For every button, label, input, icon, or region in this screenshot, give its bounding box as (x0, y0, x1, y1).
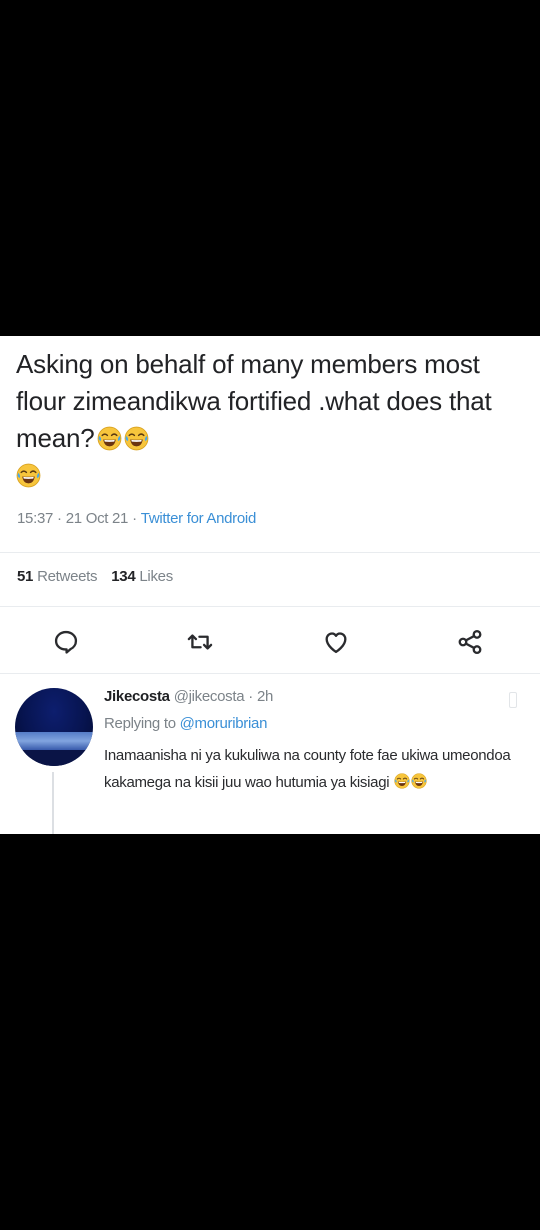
tears-of-joy-emoji-icon (394, 773, 410, 789)
divider (0, 673, 540, 674)
tears-of-joy-emoji-icon (16, 463, 41, 488)
reply-body: Inamaanisha ni ya kukuliwa na county fot… (104, 742, 524, 796)
tweet-time: 15:37 (17, 510, 54, 527)
tweet-meta: 15:37 · 21 Oct 21 · Twitter for Android (17, 510, 256, 527)
divider (0, 606, 540, 607)
speech-bubble-icon[interactable] (52, 628, 80, 656)
retweet-icon[interactable] (186, 628, 214, 656)
tears-of-joy-emoji-icon (124, 426, 149, 451)
reply-handle[interactable]: @jikecosta (174, 688, 245, 705)
tweet-body: Asking on behalf of many members most fl… (16, 346, 531, 494)
tweet-source[interactable]: Twitter for Android (141, 510, 256, 527)
avatar[interactable] (15, 688, 93, 766)
replying-to-handle[interactable]: @moruribrian (180, 715, 268, 732)
more-options-icon[interactable] (509, 692, 517, 708)
likes-stat[interactable]: 134 Likes (111, 568, 173, 585)
retweets-stat[interactable]: 51 Retweets (17, 568, 98, 585)
replying-to: Replying to @moruribrian (104, 715, 268, 732)
divider (0, 552, 540, 553)
reply-text: Inamaanisha ni ya kukuliwa na county fot… (104, 747, 511, 791)
thread-line (52, 772, 54, 834)
tears-of-joy-emoji-icon (97, 426, 122, 451)
reply-time: 2h (256, 688, 274, 705)
reply-display-name[interactable]: Jikecosta (104, 688, 170, 705)
reply-tweet[interactable]: Jikecosta @jikecosta · 2h Replying to @moru… (0, 688, 540, 834)
tweet-stats: 51 Retweets 134 Likes (17, 568, 173, 585)
tears-of-joy-emoji-icon (411, 773, 427, 789)
reply-header: Jikecosta @jikecosta · 2h (104, 688, 274, 705)
share-icon[interactable] (456, 628, 484, 656)
tweet-card: Asking on behalf of many members most fl… (0, 336, 540, 834)
heart-icon[interactable] (322, 628, 350, 656)
tweet-date: 21 Oct 21 (65, 510, 129, 527)
tweet-text: Asking on behalf of many members most fl… (16, 349, 492, 453)
